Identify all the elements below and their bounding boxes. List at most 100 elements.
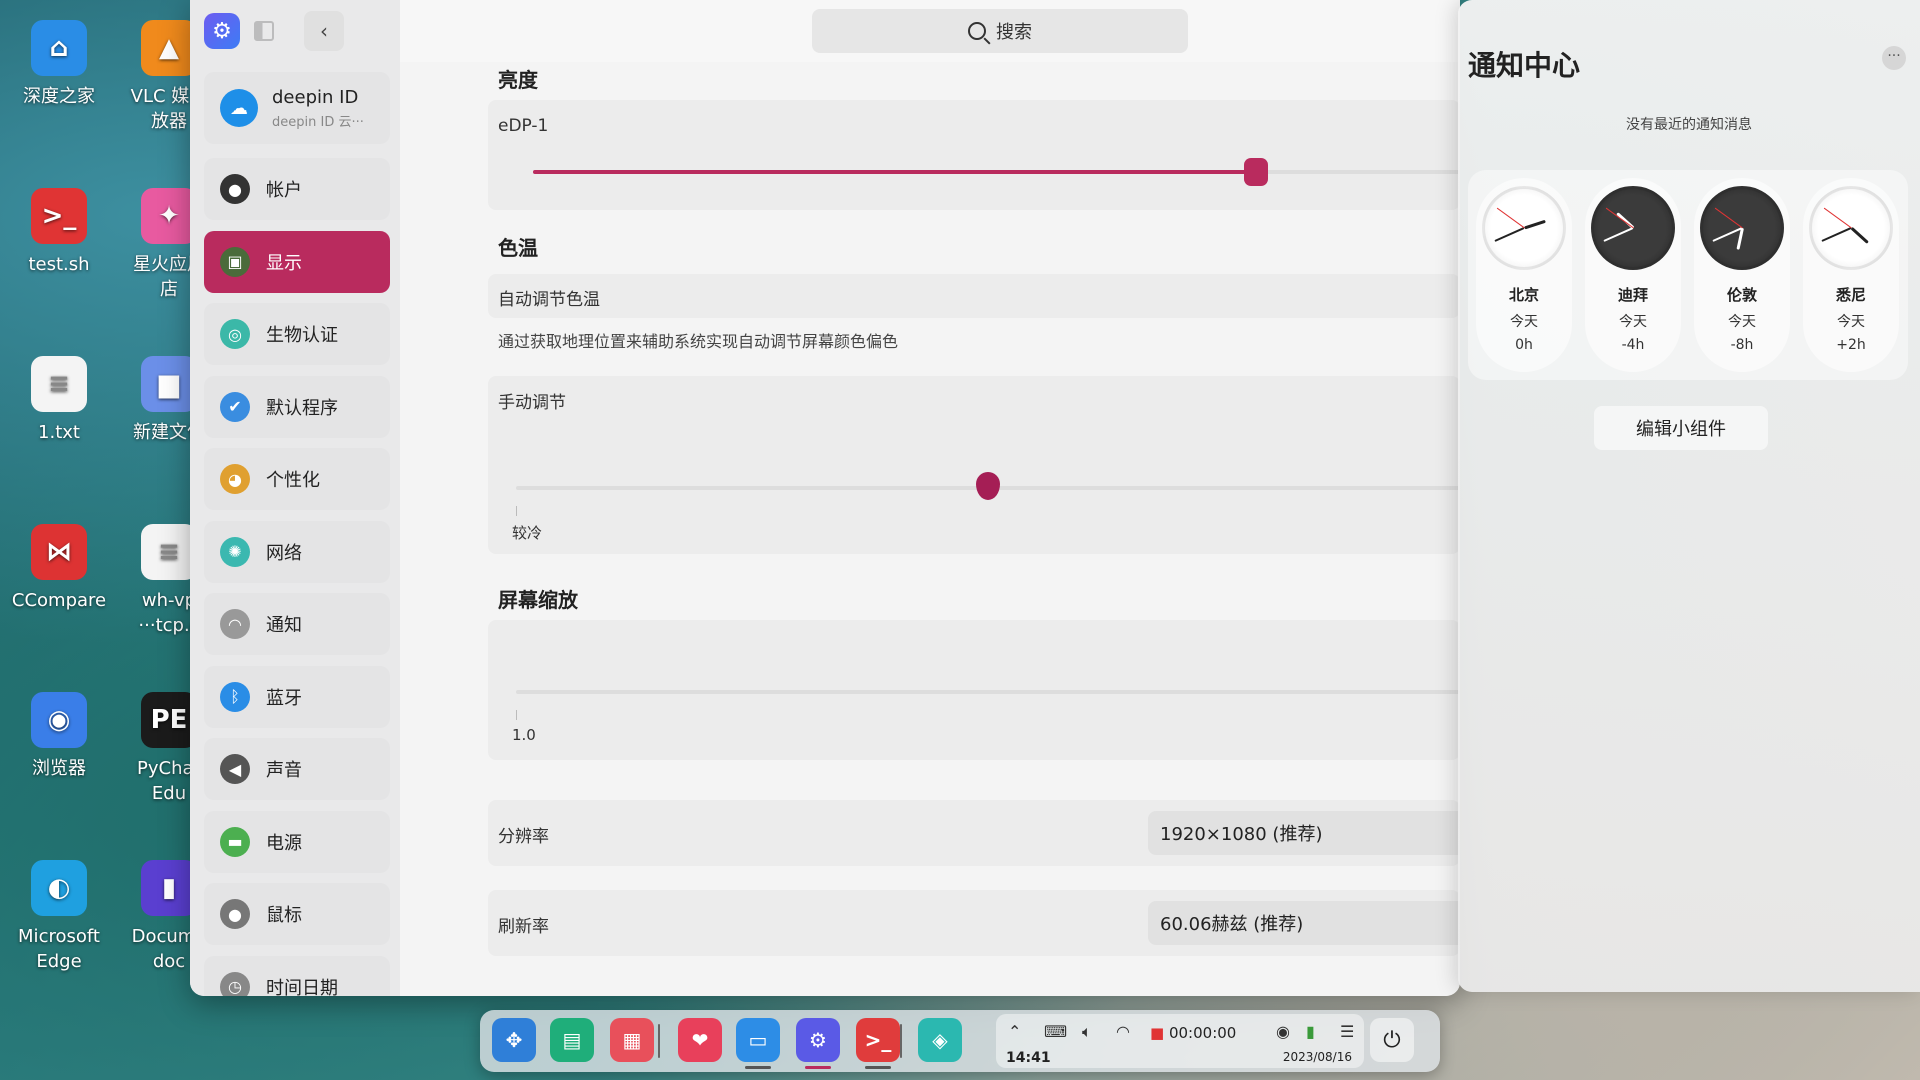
clock-city: 伦敦 — [1726, 286, 1757, 304]
sidebar-item-label: 声音 — [266, 760, 302, 781]
sidebar-item-network[interactable]: ✺ 网络 — [204, 520, 390, 583]
terminal-icon[interactable]: >_ — [856, 1018, 900, 1062]
desktop-icon[interactable]: ≡ 1.txt — [4, 356, 114, 445]
sidebar-item-label: 电源 — [266, 832, 302, 854]
app-icon: ⌂ — [31, 20, 87, 76]
dock-separator — [658, 1024, 660, 1058]
sidebar-item-bell[interactable]: ◠ 通知 — [204, 593, 390, 655]
sidebar-item-label: 生物认证 — [266, 325, 338, 346]
resolution-select[interactable]: 1920×1080 (推荐) — [1148, 811, 1460, 855]
dock-separator — [900, 1024, 902, 1058]
slider-tick — [516, 710, 517, 720]
clock-city: 悉尼 — [1835, 286, 1866, 304]
app-icon: >_ — [31, 188, 87, 244]
sidebar-item-label: 默认程序 — [266, 397, 338, 419]
chevron-up-icon[interactable]: ⌃ — [1008, 1022, 1021, 1041]
sidebar-item-biometric[interactable]: ◎ 生物认证 — [204, 303, 390, 365]
world-clock: 悉尼 今天 +2h — [1803, 178, 1899, 372]
clock-day: 今天 — [1619, 314, 1647, 330]
record-timer: 00:00:00 — [1168, 1024, 1237, 1042]
power-button[interactable]: ⏻ — [1370, 1018, 1414, 1062]
back-button[interactable]: ‹ — [304, 11, 344, 51]
scaling-slider[interactable] — [516, 690, 1460, 694]
scaling-title: 屏幕缩放 — [498, 588, 578, 612]
sidebar-item-clock[interactable]: ◷ 时间日期 — [204, 955, 390, 997]
search-icon — [968, 22, 986, 40]
auto-color-temp-row[interactable]: 自动调节色温 — [488, 274, 1460, 318]
sidebar-toggle-icon[interactable] — [254, 21, 274, 41]
refresh-rate-select[interactable]: 60.06赫兹 (推荐) — [1148, 901, 1460, 945]
sidebar-item-speaker[interactable]: ◀ 声音 — [204, 738, 390, 800]
desktop-icon-label: Microsoft Edge — [18, 926, 100, 973]
keyboard-icon[interactable]: ⌨ — [1044, 1022, 1067, 1041]
spark-store-icon[interactable]: ❤ — [678, 1018, 722, 1062]
brightness-slider-fill — [533, 170, 1257, 174]
sidebar-item-display[interactable]: ▣ 显示 — [204, 230, 390, 293]
app-store-icon[interactable]: ▦ — [610, 1018, 654, 1062]
clock-day: 今天 — [1837, 314, 1865, 330]
file-manager-icon[interactable]: ▭ — [736, 1018, 780, 1062]
sidebar-item-deepin-id[interactable]: ☁ deepin ID deepin ID 云··· — [204, 72, 390, 144]
sidebar-item-label: 网络 — [266, 542, 302, 564]
control-center-window: ⚙ ‹ ☁ deepin ID deepin ID 云··· ● 帐户 ▣ 显示 ◎ 生物… — [190, 0, 1460, 996]
sidebar-item-bluetooth[interactable]: ᛒ 蓝牙 — [204, 665, 390, 728]
clock-city: 北京 — [1508, 286, 1539, 304]
sidebar-item-default-apps[interactable]: ✔ 默认程序 — [204, 375, 390, 438]
app-icon: ◉ — [31, 692, 87, 748]
desktop-icon[interactable]: ⌂ 深度之家 — [4, 20, 114, 109]
desktop-icon[interactable]: ⋈ CCompare — [4, 524, 114, 613]
running-indicator — [865, 1066, 891, 1069]
edit-widgets-button[interactable]: 编辑小组件 — [1594, 406, 1768, 450]
slider-tick — [516, 506, 517, 516]
sidebar-item-label: 时间日期 — [266, 977, 338, 997]
desktop-icon[interactable]: >_ test.sh — [4, 188, 114, 277]
clock-icon — [1700, 186, 1784, 270]
sidebar-item-label: 通知 — [266, 615, 302, 636]
search-input[interactable]: 搜索 — [812, 9, 1188, 53]
no-notifications-text: 没有最近的通知消息 — [1626, 117, 1752, 133]
color-temp-slider-handle[interactable] — [976, 472, 1000, 500]
status-icon[interactable]: ◉ — [1276, 1022, 1290, 1041]
display-icon: ▣ — [220, 246, 250, 277]
clock-time[interactable]: 14:41 — [1006, 1050, 1051, 1066]
resolution-row: 分辨率 1920×1080 (推荐) — [488, 800, 1460, 866]
system-tray: ⌃ ⌨ 🔈︎ ◠ ■ 00:00:00 ◉ ▮ ☰ 14:41 2023/08/… — [996, 1014, 1364, 1068]
sidebar-item-label: 鼠标 — [266, 905, 302, 926]
brightness-slider-handle[interactable] — [1244, 158, 1269, 186]
battery-icon[interactable]: ▮ — [1306, 1022, 1315, 1041]
launcher-icon[interactable]: ✥ — [492, 1018, 536, 1062]
world-clock: 迪拜 今天 -4h — [1585, 178, 1681, 372]
more-options-icon[interactable]: ··· — [1882, 46, 1906, 70]
wifi-icon[interactable]: ◠ — [1116, 1022, 1130, 1041]
clock-icon — [1482, 186, 1566, 270]
search-placeholder: 搜索 — [996, 22, 1032, 43]
world-clock: 伦敦 今天 -8h — [1694, 178, 1790, 372]
color-temp-min-label: 较冷 — [512, 524, 543, 542]
app-icon: ✦ — [141, 188, 197, 244]
resolution-label: 分辨率 — [498, 827, 549, 847]
volume-icon[interactable]: 🔈︎ — [1082, 1022, 1092, 1042]
control-center-icon[interactable]: ⚙ — [796, 1018, 840, 1062]
app-icon: ≡ — [31, 356, 87, 412]
screen-record-indicator[interactable]: ■ 00:00:00 — [1150, 1024, 1236, 1042]
sidebar-item-mouse[interactable]: ● 鼠标 — [204, 883, 390, 945]
clock-offset: 0h — [1515, 337, 1533, 353]
clock-icon — [1591, 186, 1675, 270]
clock-icon: ◷ — [220, 971, 250, 996]
screenshot-icon[interactable]: ◈ — [918, 1018, 962, 1062]
refresh-rate-row: 刷新率 60.06赫兹 (推荐) — [488, 890, 1460, 956]
dock: ✥ ▤ ▦ ❤ ▭ ⚙ >_ ◈ ⌃ ⌨ 🔈︎ ◠ ■ 00:00:00 ◉ ▮ ☰ 14:4… — [480, 1010, 1440, 1072]
multitask-icon[interactable]: ▤ — [550, 1018, 594, 1062]
clock-offset: -4h — [1621, 337, 1645, 353]
brightness-card: eDP-1 — [488, 100, 1460, 210]
app-icon: ⋈ — [31, 524, 87, 580]
clock-date[interactable]: 2023/08/16 — [1283, 1050, 1352, 1064]
sidebar-item-personalization[interactable]: ◕ 个性化 — [204, 448, 390, 510]
biometric-icon: ◎ — [220, 319, 250, 349]
sidebar-item-user[interactable]: ● 帐户 — [204, 158, 390, 220]
brightness-title: 亮度 — [498, 68, 538, 92]
desktop-icon[interactable]: ◐ Microsoft Edge — [4, 860, 114, 974]
desktop-icon[interactable]: ◉ 浏览器 — [4, 692, 114, 781]
control-toggle-icon[interactable]: ☰ — [1340, 1022, 1354, 1041]
sidebar-item-battery[interactable]: ▬ 电源 — [204, 810, 390, 873]
